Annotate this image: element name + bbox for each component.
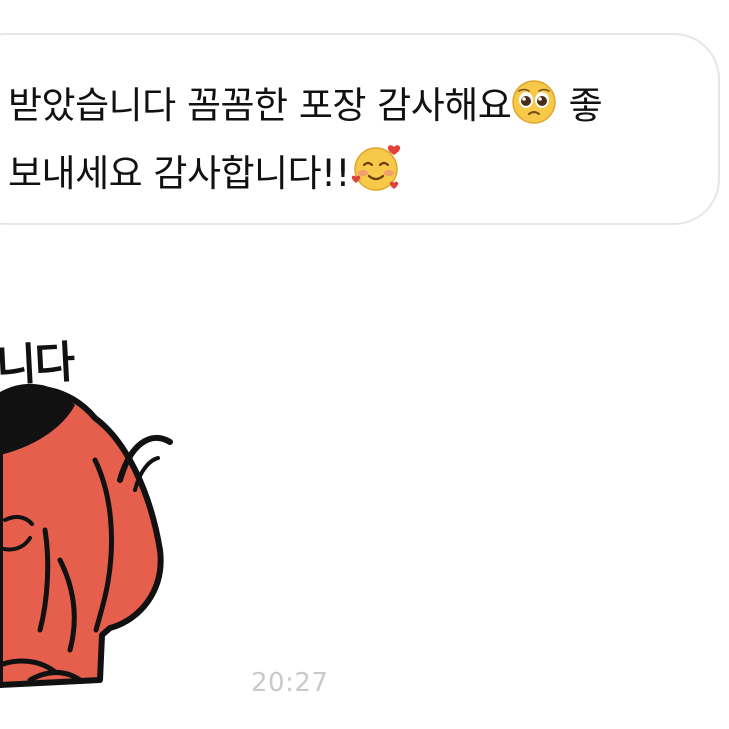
message-timestamp: 20:27 — [251, 668, 329, 698]
message-line1: 받았습니다 꼼꼼한 포장 감사해요 — [8, 84, 512, 127]
message-line2: 보내세요 감사합니다!! — [8, 152, 350, 195]
message-text: 받았습니다 꼼꼼한 포장 감사해요 좋 보내세요 감사합니다!! — [8, 76, 708, 211]
sticker-image[interactable] — [0, 320, 260, 720]
chat-screen: 받았습니다 꼼꼼한 포장 감사해요 좋 보내세요 감사합니다!! 니다 20:2… — [0, 0, 729, 729]
pleading-face-icon — [511, 79, 557, 143]
message-line1-end: 좋 — [557, 84, 603, 127]
smiling-face-with-hearts-icon — [350, 143, 404, 211]
